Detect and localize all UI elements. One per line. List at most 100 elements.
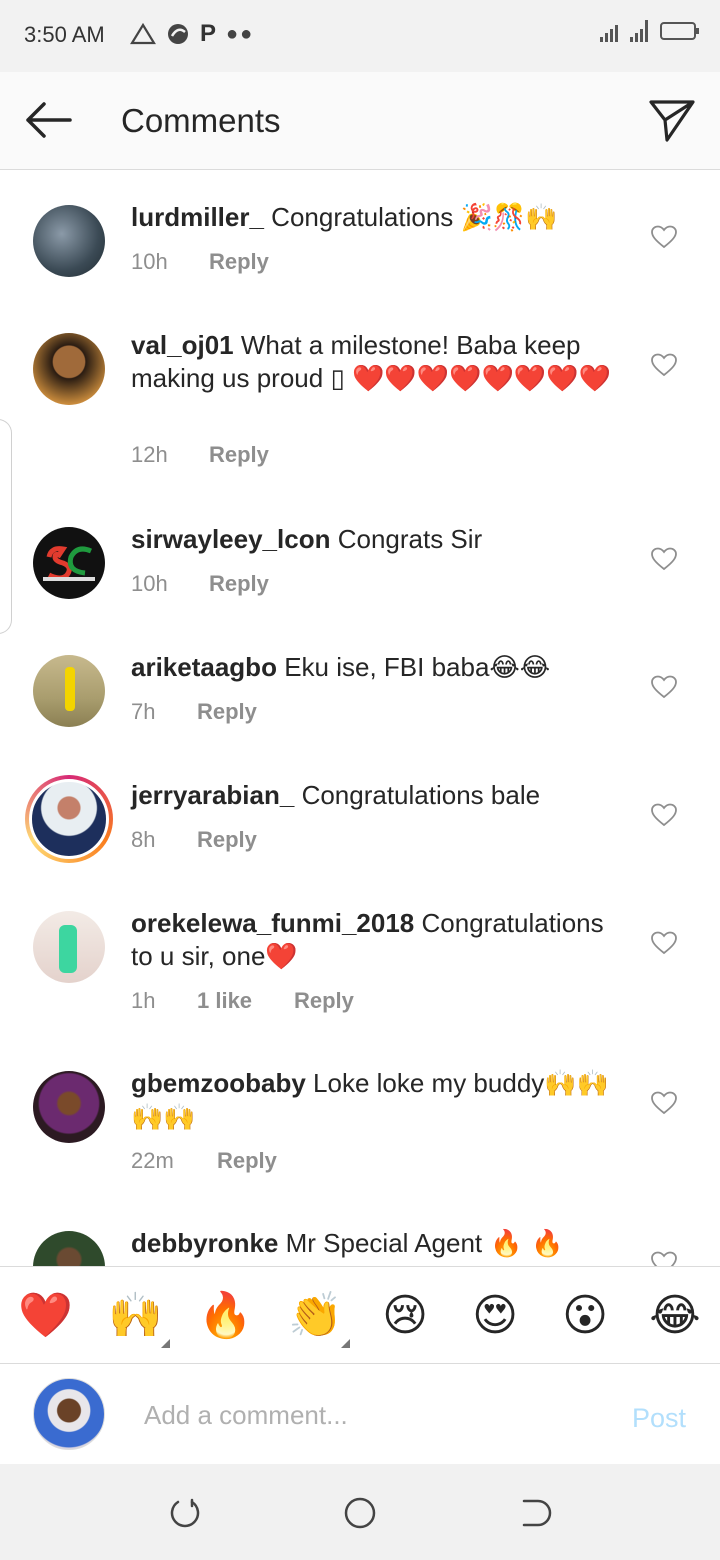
comment-emoji: 😂😂 xyxy=(489,653,551,683)
emoji-heart-eyes-button[interactable]: 😍 xyxy=(468,1289,522,1343)
comment-time: 7h xyxy=(131,699,156,724)
status-bar: 3:50 AM P ●● xyxy=(0,0,720,72)
avatar-figure xyxy=(65,667,75,711)
heart-icon[interactable] xyxy=(651,1091,677,1115)
comment-meta: 8h Reply xyxy=(131,827,257,853)
comment-input[interactable] xyxy=(144,1395,584,1435)
comment-text: gbemzoobaby Loke loke my buddy🙌🙌🙌🙌 xyxy=(131,1067,631,1135)
comment-text: sirwayleey_lcon Congrats Sir xyxy=(131,523,631,556)
emoji-cry-button[interactable]: 😢 xyxy=(378,1289,432,1343)
reply-button[interactable]: Reply xyxy=(209,571,269,597)
comment-body: Mr Special Agent xyxy=(285,1228,483,1258)
status-right-icons xyxy=(600,20,699,42)
comment-username[interactable]: jerryarabian_ xyxy=(131,780,294,810)
comment-text: lurdmiller_ Congratulations 🎉🎊🙌 xyxy=(131,201,631,235)
comment-time: 8h xyxy=(131,827,156,852)
heart-icon[interactable] xyxy=(651,931,677,955)
more-dots-icon: ●● xyxy=(226,22,255,45)
reply-button[interactable]: Reply xyxy=(209,249,269,275)
comment-text: orekelewa_funmi_2018 Congratulations to … xyxy=(131,907,631,974)
current-user-avatar xyxy=(33,1378,105,1450)
comment-time: 22m xyxy=(131,1148,174,1173)
battery-icon xyxy=(660,22,699,40)
heart-icon[interactable] xyxy=(651,547,677,571)
app-icon xyxy=(168,24,188,44)
reply-button[interactable]: Reply xyxy=(209,442,269,468)
avatar[interactable] xyxy=(33,333,105,405)
comment-text: ariketaagbo Eku ise, FBI baba😂😂 xyxy=(131,651,631,685)
avatar-story-ring[interactable] xyxy=(25,775,113,863)
comment-username[interactable]: val_oj01 xyxy=(131,330,234,360)
comment-time: 10h xyxy=(131,249,168,274)
page-title: Comments xyxy=(121,102,281,139)
comment-meta: 12h Reply xyxy=(131,442,269,468)
emoji-quick-bar: ❤️ 🙌 🔥 👏 😢 😍 😮 😂 xyxy=(0,1266,720,1364)
comment-text: val_oj01 What a milestone! Baba keep mak… xyxy=(131,329,631,396)
comment-meta: 7h Reply xyxy=(131,699,257,725)
avatar[interactable] xyxy=(33,527,105,599)
avatar-figure xyxy=(59,925,77,973)
paper-plane-icon[interactable] xyxy=(648,96,696,144)
comment-time: 12h xyxy=(131,442,168,467)
emoji-raised-hands-button[interactable]: 🙌 xyxy=(108,1289,163,1343)
avatar[interactable] xyxy=(33,205,105,277)
emoji-clap-button[interactable]: 👏 xyxy=(288,1289,343,1343)
comments-header: Comments xyxy=(0,72,720,170)
avatar[interactable] xyxy=(33,911,105,983)
comment-meta: 22m Reply xyxy=(131,1148,277,1174)
reply-button[interactable]: Reply xyxy=(197,699,257,725)
reply-button[interactable]: Reply xyxy=(294,988,354,1014)
post-button[interactable]: Post xyxy=(632,1403,686,1434)
heart-icon[interactable] xyxy=(651,675,677,699)
comment-text: jerryarabian_ Congratulations bale xyxy=(131,779,631,812)
avatar[interactable] xyxy=(33,655,105,727)
reply-button[interactable]: Reply xyxy=(217,1148,277,1174)
skin-tone-corner-icon xyxy=(161,1339,170,1348)
heart-icon[interactable] xyxy=(651,803,677,827)
comment-body: Loke loke my buddy xyxy=(313,1068,545,1098)
comment-emoji: 🔥 🔥 xyxy=(482,1229,564,1259)
comment-time: 1h xyxy=(131,988,156,1013)
comment-username[interactable]: gbemzoobaby xyxy=(131,1068,306,1098)
status-left-icons: P ●● xyxy=(130,20,254,48)
avatar xyxy=(29,779,109,859)
heart-icon[interactable] xyxy=(651,1251,677,1266)
comment-username[interactable]: lurdmiller_ xyxy=(131,202,264,232)
comment-composer: Post xyxy=(0,1365,720,1463)
reply-button[interactable]: Reply xyxy=(197,827,257,853)
comment-username[interactable]: sirwayleey_lcon xyxy=(131,524,330,554)
comment-body: Congratulations bale xyxy=(301,780,541,810)
comment-meta: 10h Reply xyxy=(131,571,269,597)
back-icon[interactable] xyxy=(518,1496,552,1530)
comment-username[interactable]: ariketaagbo xyxy=(131,652,277,682)
comment-body: Congratulations xyxy=(271,202,454,232)
avatar[interactable] xyxy=(33,1231,105,1266)
recents-icon[interactable] xyxy=(168,1496,202,1530)
arrow-left-icon[interactable] xyxy=(22,100,74,140)
avatar[interactable] xyxy=(33,1071,105,1143)
sc-logo-icon xyxy=(43,546,95,581)
signal-icon xyxy=(600,20,618,42)
emoji-laugh-button[interactable]: 😂 xyxy=(648,1289,702,1343)
heart-icon[interactable] xyxy=(651,225,677,249)
comment-body: Eku ise, FBI baba xyxy=(284,652,490,682)
comments-list[interactable]: lurdmiller_ Congratulations 🎉🎊🙌 10h Repl… xyxy=(0,171,720,1266)
likes-count[interactable]: 1 like xyxy=(197,988,294,1014)
heart-icon[interactable] xyxy=(651,353,677,377)
comment-meta: 10h Reply xyxy=(131,249,269,275)
comment-username[interactable]: orekelewa_funmi_2018 xyxy=(131,908,414,938)
comment-text: debbyronke Mr Special Agent 🔥 🔥 xyxy=(131,1227,631,1261)
comment-username[interactable]: debbyronke xyxy=(131,1228,278,1258)
comment-time: 10h xyxy=(131,571,168,596)
home-icon[interactable] xyxy=(343,1496,377,1530)
emoji-heart-button[interactable]: ❤️ xyxy=(18,1289,73,1343)
emoji-fire-button[interactable]: 🔥 xyxy=(198,1289,253,1343)
emoji-surprised-button[interactable]: 😮 xyxy=(558,1289,612,1343)
system-nav-bar xyxy=(0,1464,720,1560)
comment-emoji: 🎉🎊🙌 xyxy=(460,203,558,233)
alert-triangle-icon xyxy=(130,22,156,45)
status-time: 3:50 AM xyxy=(24,22,105,47)
comment-meta: 1h 1 like Reply xyxy=(131,988,354,1014)
comment-emoji: ❤️ xyxy=(265,942,298,972)
skin-tone-corner-icon xyxy=(341,1339,350,1348)
